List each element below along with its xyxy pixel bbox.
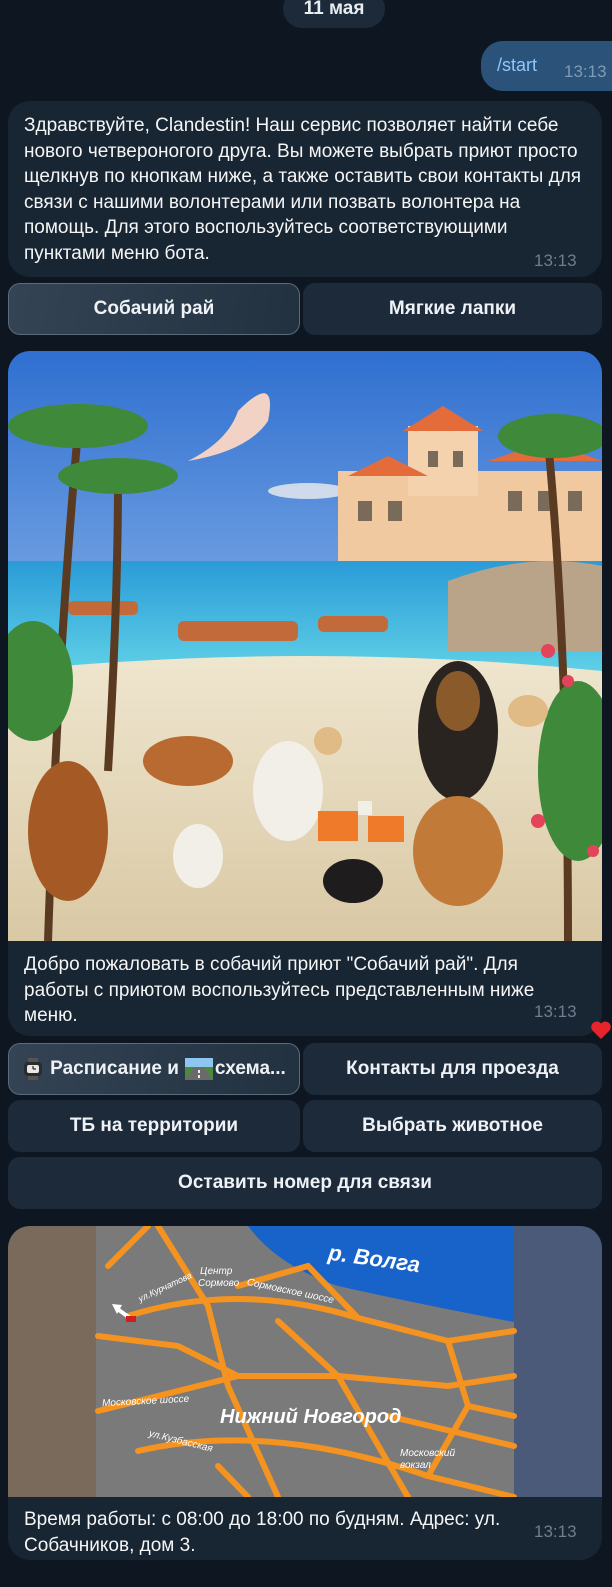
- shelter-button-dog-paradise[interactable]: Собачий рай: [8, 283, 300, 335]
- map-label-sormovo: Сормово: [198, 1278, 240, 1289]
- map-label-center: Центр: [200, 1266, 233, 1277]
- heart-icon[interactable]: [589, 1018, 612, 1042]
- shelter-photo[interactable]: [8, 351, 602, 941]
- schedule-label-b: схема...: [214, 1058, 286, 1079]
- shelter-photo-message[interactable]: Добро пожаловать в собачий приют "Собачи…: [8, 351, 602, 1036]
- message-text: Добро пожаловать в собачий приют "Собачи…: [24, 954, 535, 1027]
- message-time: 13:13: [534, 1522, 577, 1541]
- map-label-station: Московский вокзал: [400, 1448, 456, 1471]
- contacts-button[interactable]: Контакты для проезда: [303, 1043, 602, 1095]
- leave-phone-button[interactable]: Оставить номер для связи: [8, 1157, 602, 1209]
- shelter-button-soft-paws[interactable]: Мягкие лапки: [303, 283, 602, 335]
- outgoing-message-time: 13:13: [564, 62, 607, 81]
- choose-animal-button[interactable]: Выбрать животное: [303, 1100, 602, 1152]
- safety-button[interactable]: ТБ на территории: [8, 1100, 300, 1152]
- outgoing-message-text: /start: [497, 55, 538, 75]
- message-text: Время работы: с 08:00 до 18:00 по будням…: [24, 1509, 501, 1556]
- map-message[interactable]: р. Волга Центр Сормово Сормовское шоссе …: [8, 1226, 602, 1560]
- road-icon: [184, 1058, 213, 1080]
- message-text: Здравствуйте, Clandestin! Наш сервис поз…: [24, 115, 582, 264]
- map-label-city: Нижний Новгород: [220, 1406, 402, 1428]
- route-map-image[interactable]: [8, 1226, 602, 1497]
- date-separator: 11 мая: [283, 0, 385, 28]
- bot-welcome-message[interactable]: Здравствуйте, Clandestin! Наш сервис поз…: [8, 101, 602, 277]
- schedule-label-a: Расписание и: [50, 1058, 179, 1079]
- message-time: 13:13: [534, 1002, 577, 1021]
- watch-icon: [24, 1058, 43, 1080]
- message-time: 13:13: [534, 251, 577, 270]
- schedule-and-map-button[interactable]: Расписание и схема...: [8, 1043, 300, 1095]
